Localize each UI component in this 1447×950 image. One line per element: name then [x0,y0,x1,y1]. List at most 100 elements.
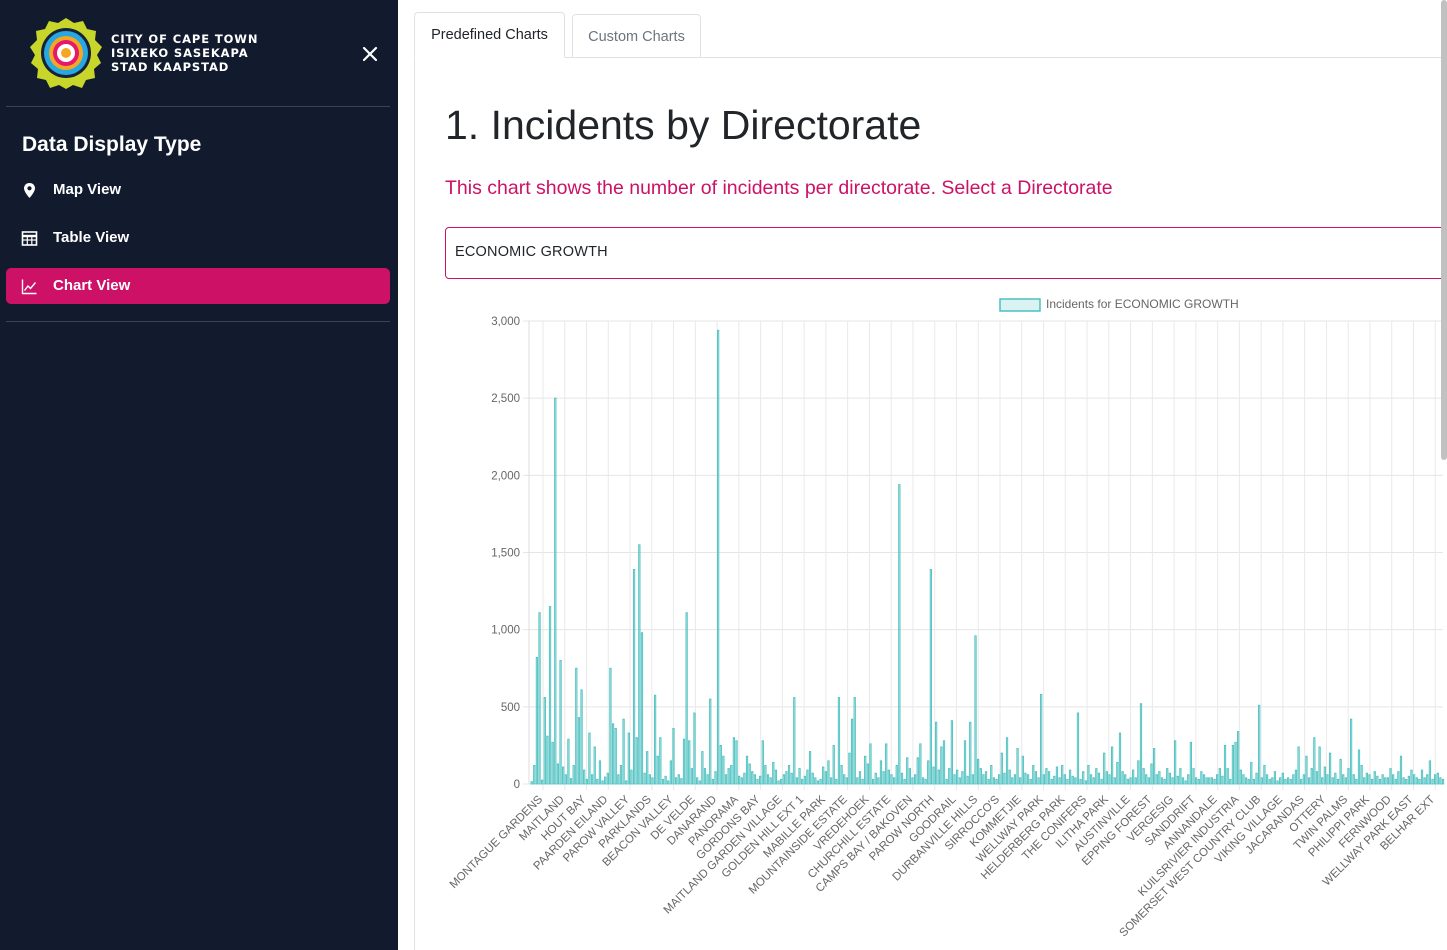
chart-bar [575,667,578,785]
chart-bar [1208,777,1211,785]
chart-bar [1174,740,1177,785]
chart-bar [1066,778,1069,785]
chart-bar [1342,774,1345,785]
chart-bar [1413,774,1416,785]
chart-bar [1252,778,1256,785]
chart-bar [895,765,898,785]
chart-bar [837,697,841,785]
chart-bar [1229,778,1232,785]
chart-bar [748,763,751,785]
chart-bar [1426,774,1429,785]
chart-bar [564,774,567,785]
sidebar-item-map-view[interactable]: Map View [6,172,390,208]
chart-bar [848,752,851,785]
chart-bar [1074,777,1077,785]
chart-bar [722,755,725,785]
chart-bar [1347,768,1350,785]
chart-bar [942,740,946,785]
chart-bar [898,484,901,785]
chart-bar [1279,777,1282,785]
chart-bar [1352,774,1355,785]
chart-bar [1223,744,1227,785]
chart-bar [1321,777,1324,785]
chart-bar [1192,768,1195,785]
chart-bar [640,632,644,785]
chart-bar [948,768,951,785]
chart-bar [871,778,875,785]
chart-bar [835,778,838,785]
chart-bar [1082,771,1085,785]
chart-bar [1436,772,1439,785]
chart-bar [1239,769,1242,785]
chart-bar [735,740,738,785]
chart-bar [1318,746,1321,785]
chart-bar [659,737,662,785]
chart-bar [535,656,539,785]
chart-bar [924,778,927,785]
chart-bar [1097,772,1101,785]
chart-bar [638,544,641,785]
chart-bar [759,775,762,785]
chart-bar [1089,774,1093,785]
chart-bar [885,743,888,785]
chart-bar [625,780,628,785]
chart-bar [908,768,911,785]
main-content: Predefined Charts Custom Charts 1. Incid… [398,0,1447,950]
chart-bar [1281,772,1284,785]
chart-bar [1103,752,1106,785]
chart-bar [990,765,993,785]
chart-bar [1389,768,1392,785]
chart-bar [1407,775,1410,785]
chart-bar [1061,765,1064,785]
chart-bar [677,774,680,785]
sidebar-item-chart-view[interactable]: Chart View [6,268,390,304]
chart-bar [998,774,1001,785]
y-tick-label: 3,000 [491,316,520,328]
chart-bar [761,740,764,785]
chart-bar [667,780,670,785]
chart-bar [1200,771,1203,785]
chart-bar [1247,778,1250,785]
chart-bar [1255,772,1258,785]
chart-bar [824,771,827,785]
tab-label: Predefined Charts [431,27,548,43]
chart-bar [543,697,546,785]
chart-bar [1092,777,1095,785]
chart-bar [664,775,667,785]
chart-bar [569,778,573,785]
tab-predefined-charts[interactable]: Predefined Charts [414,12,565,58]
chart-bar [1013,774,1017,785]
chart-bar [546,735,549,785]
chart-bar [682,738,686,785]
chart-bar [696,777,699,785]
sidebar-item-table-view[interactable]: Table View [6,220,390,256]
chart-bar [580,689,583,785]
chart-bar [1441,778,1445,785]
chart-bar [795,777,799,785]
chart-bar [906,757,909,785]
chart-bar [1181,777,1185,785]
sidebar: CITY OF CAPE TOWN ISIXEKO SASEKAPA STAD … [0,0,398,950]
chart-bar [1137,760,1140,785]
chart-bar [1032,765,1035,785]
incidents-bar-chart: 0 500 1,000 1,500 2,000 2,500 3,000 MONTAGUE GA… [448,297,1445,939]
chart-bar [701,751,704,785]
chart-bar [554,397,557,785]
chart-bar [822,766,825,785]
chart-bar [1405,778,1408,785]
chart-bar [945,778,948,785]
chart-bar [850,718,854,785]
map-marker-icon [24,183,35,198]
chart-bar [785,771,788,785]
chart-bar [1113,777,1116,785]
chart-bar [1055,766,1059,785]
chart-bar [1268,778,1271,785]
close-icon[interactable] [356,40,384,68]
chart-bar [711,778,714,785]
city-name-text: CITY OF CAPE TOWN ISIXEKO SASEKAPA STAD … [111,32,258,74]
chart-bar [606,772,609,785]
chart-bar [1100,778,1103,785]
chart-bar [816,780,820,785]
chart-bar [1005,737,1009,785]
scrollbar[interactable] [1441,0,1447,460]
